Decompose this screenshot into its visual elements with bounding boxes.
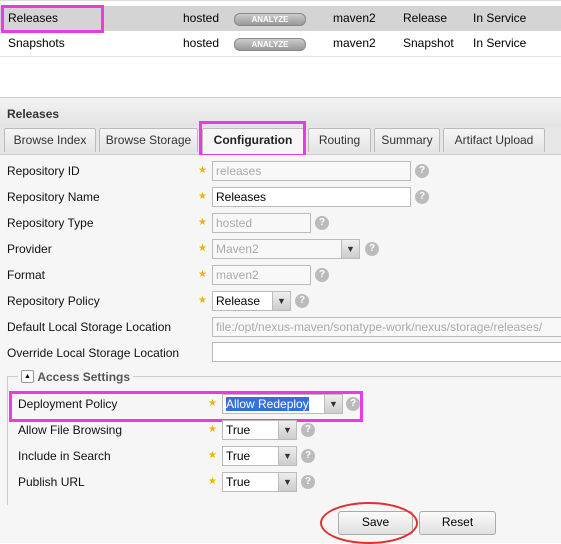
tab-artifact-upload[interactable]: Artifact Upload (443, 128, 545, 152)
required-star-icon: ★ (198, 243, 207, 254)
repository-name-field[interactable]: Releases (212, 187, 411, 207)
tab-summary[interactable]: Summary (374, 128, 440, 152)
access-settings-legend: ▲ Access Settings (18, 369, 134, 385)
file-browsing-select[interactable]: True ▼ (222, 420, 297, 440)
override-storage-field[interactable] (212, 342, 561, 362)
chevron-down-icon: ▼ (272, 292, 290, 310)
file-browsing-value: True (226, 423, 251, 437)
include-search-label: Include in Search (18, 449, 111, 463)
highlight-box (1, 5, 104, 33)
chevron-down-icon: ▼ (278, 421, 296, 439)
provider-select[interactable]: Maven2 ▼ (212, 239, 360, 259)
default-storage-field[interactable]: file:/opt/nexus-maven/sonatype-work/nexu… (212, 317, 561, 337)
required-star-icon: ★ (208, 424, 217, 435)
panel-title: Releases (7, 107, 60, 121)
help-icon[interactable]: ? (295, 294, 309, 308)
repository-type-field[interactable]: hosted (212, 213, 311, 233)
repo-format: maven2 (333, 36, 376, 50)
help-icon[interactable]: ? (301, 475, 315, 489)
repo-type: hosted (183, 11, 220, 25)
repo-policy: Snapshot (403, 36, 454, 50)
highlight-circle (320, 502, 418, 544)
reset-button[interactable]: Reset (419, 511, 496, 535)
required-star-icon: ★ (198, 217, 207, 228)
required-star-icon: ★ (198, 191, 207, 202)
default-storage-label: Default Local Storage Location (7, 320, 172, 334)
highlight-box (199, 121, 306, 157)
help-icon[interactable]: ? (315, 216, 329, 230)
repository-name-label: Repository Name (7, 190, 100, 204)
repo-format: maven2 (333, 11, 376, 25)
include-search-select[interactable]: True ▼ (222, 446, 297, 466)
publish-url-select[interactable]: True ▼ (222, 472, 297, 492)
highlight-box (9, 391, 363, 422)
access-settings-title: Access Settings (37, 369, 131, 384)
help-icon[interactable]: ? (415, 164, 429, 178)
repository-policy-label: Repository Policy (7, 294, 100, 308)
tab-routing[interactable]: Routing (308, 128, 371, 152)
required-star-icon: ★ (198, 269, 207, 280)
override-storage-label: Override Local Storage Location (7, 346, 180, 360)
repo-type: hosted (183, 36, 220, 50)
analyze-button[interactable]: ANALYZE (234, 13, 306, 26)
repository-policy-select[interactable]: Release ▼ (212, 291, 291, 311)
chevron-down-icon: ▼ (278, 473, 296, 491)
include-search-value: True (226, 449, 251, 463)
chevron-down-icon: ▼ (278, 447, 296, 465)
help-icon[interactable]: ? (301, 423, 315, 437)
table-row[interactable]: Snapshots hosted ANALYZE maven2 Snapshot… (0, 31, 561, 57)
format-field[interactable]: maven2 (212, 265, 311, 285)
help-icon[interactable]: ? (415, 190, 429, 204)
repo-policy: Release (403, 11, 448, 25)
repository-type-label: Repository Type (7, 216, 94, 230)
required-star-icon: ★ (198, 165, 207, 176)
provider-value: Maven2 (216, 242, 259, 256)
repository-id-label: Repository ID (7, 164, 80, 178)
publish-url-value: True (226, 475, 251, 489)
help-icon[interactable]: ? (301, 449, 315, 463)
tab-browse-index[interactable]: Browse Index (4, 128, 96, 152)
help-icon[interactable]: ? (315, 268, 329, 282)
required-star-icon: ★ (208, 450, 217, 461)
repo-status: In Service (473, 11, 527, 25)
repo-status: In Service (473, 36, 527, 50)
analyze-button[interactable]: ANALYZE (234, 38, 306, 51)
file-browsing-label: Allow File Browsing (18, 423, 123, 437)
repository-policy-value: Release (216, 294, 261, 308)
format-label: Format (7, 268, 46, 282)
provider-label: Provider (7, 242, 52, 256)
repo-name: Snapshots (8, 36, 65, 50)
chevron-down-icon: ▼ (341, 240, 359, 258)
tab-browse-storage[interactable]: Browse Storage (99, 128, 198, 152)
collapse-icon[interactable]: ▲ (21, 370, 34, 384)
required-star-icon: ★ (208, 476, 217, 487)
publish-url-label: Publish URL (18, 475, 85, 489)
repository-id-field[interactable]: releases (212, 161, 411, 181)
required-star-icon: ★ (198, 295, 207, 306)
help-icon[interactable]: ? (365, 242, 379, 256)
